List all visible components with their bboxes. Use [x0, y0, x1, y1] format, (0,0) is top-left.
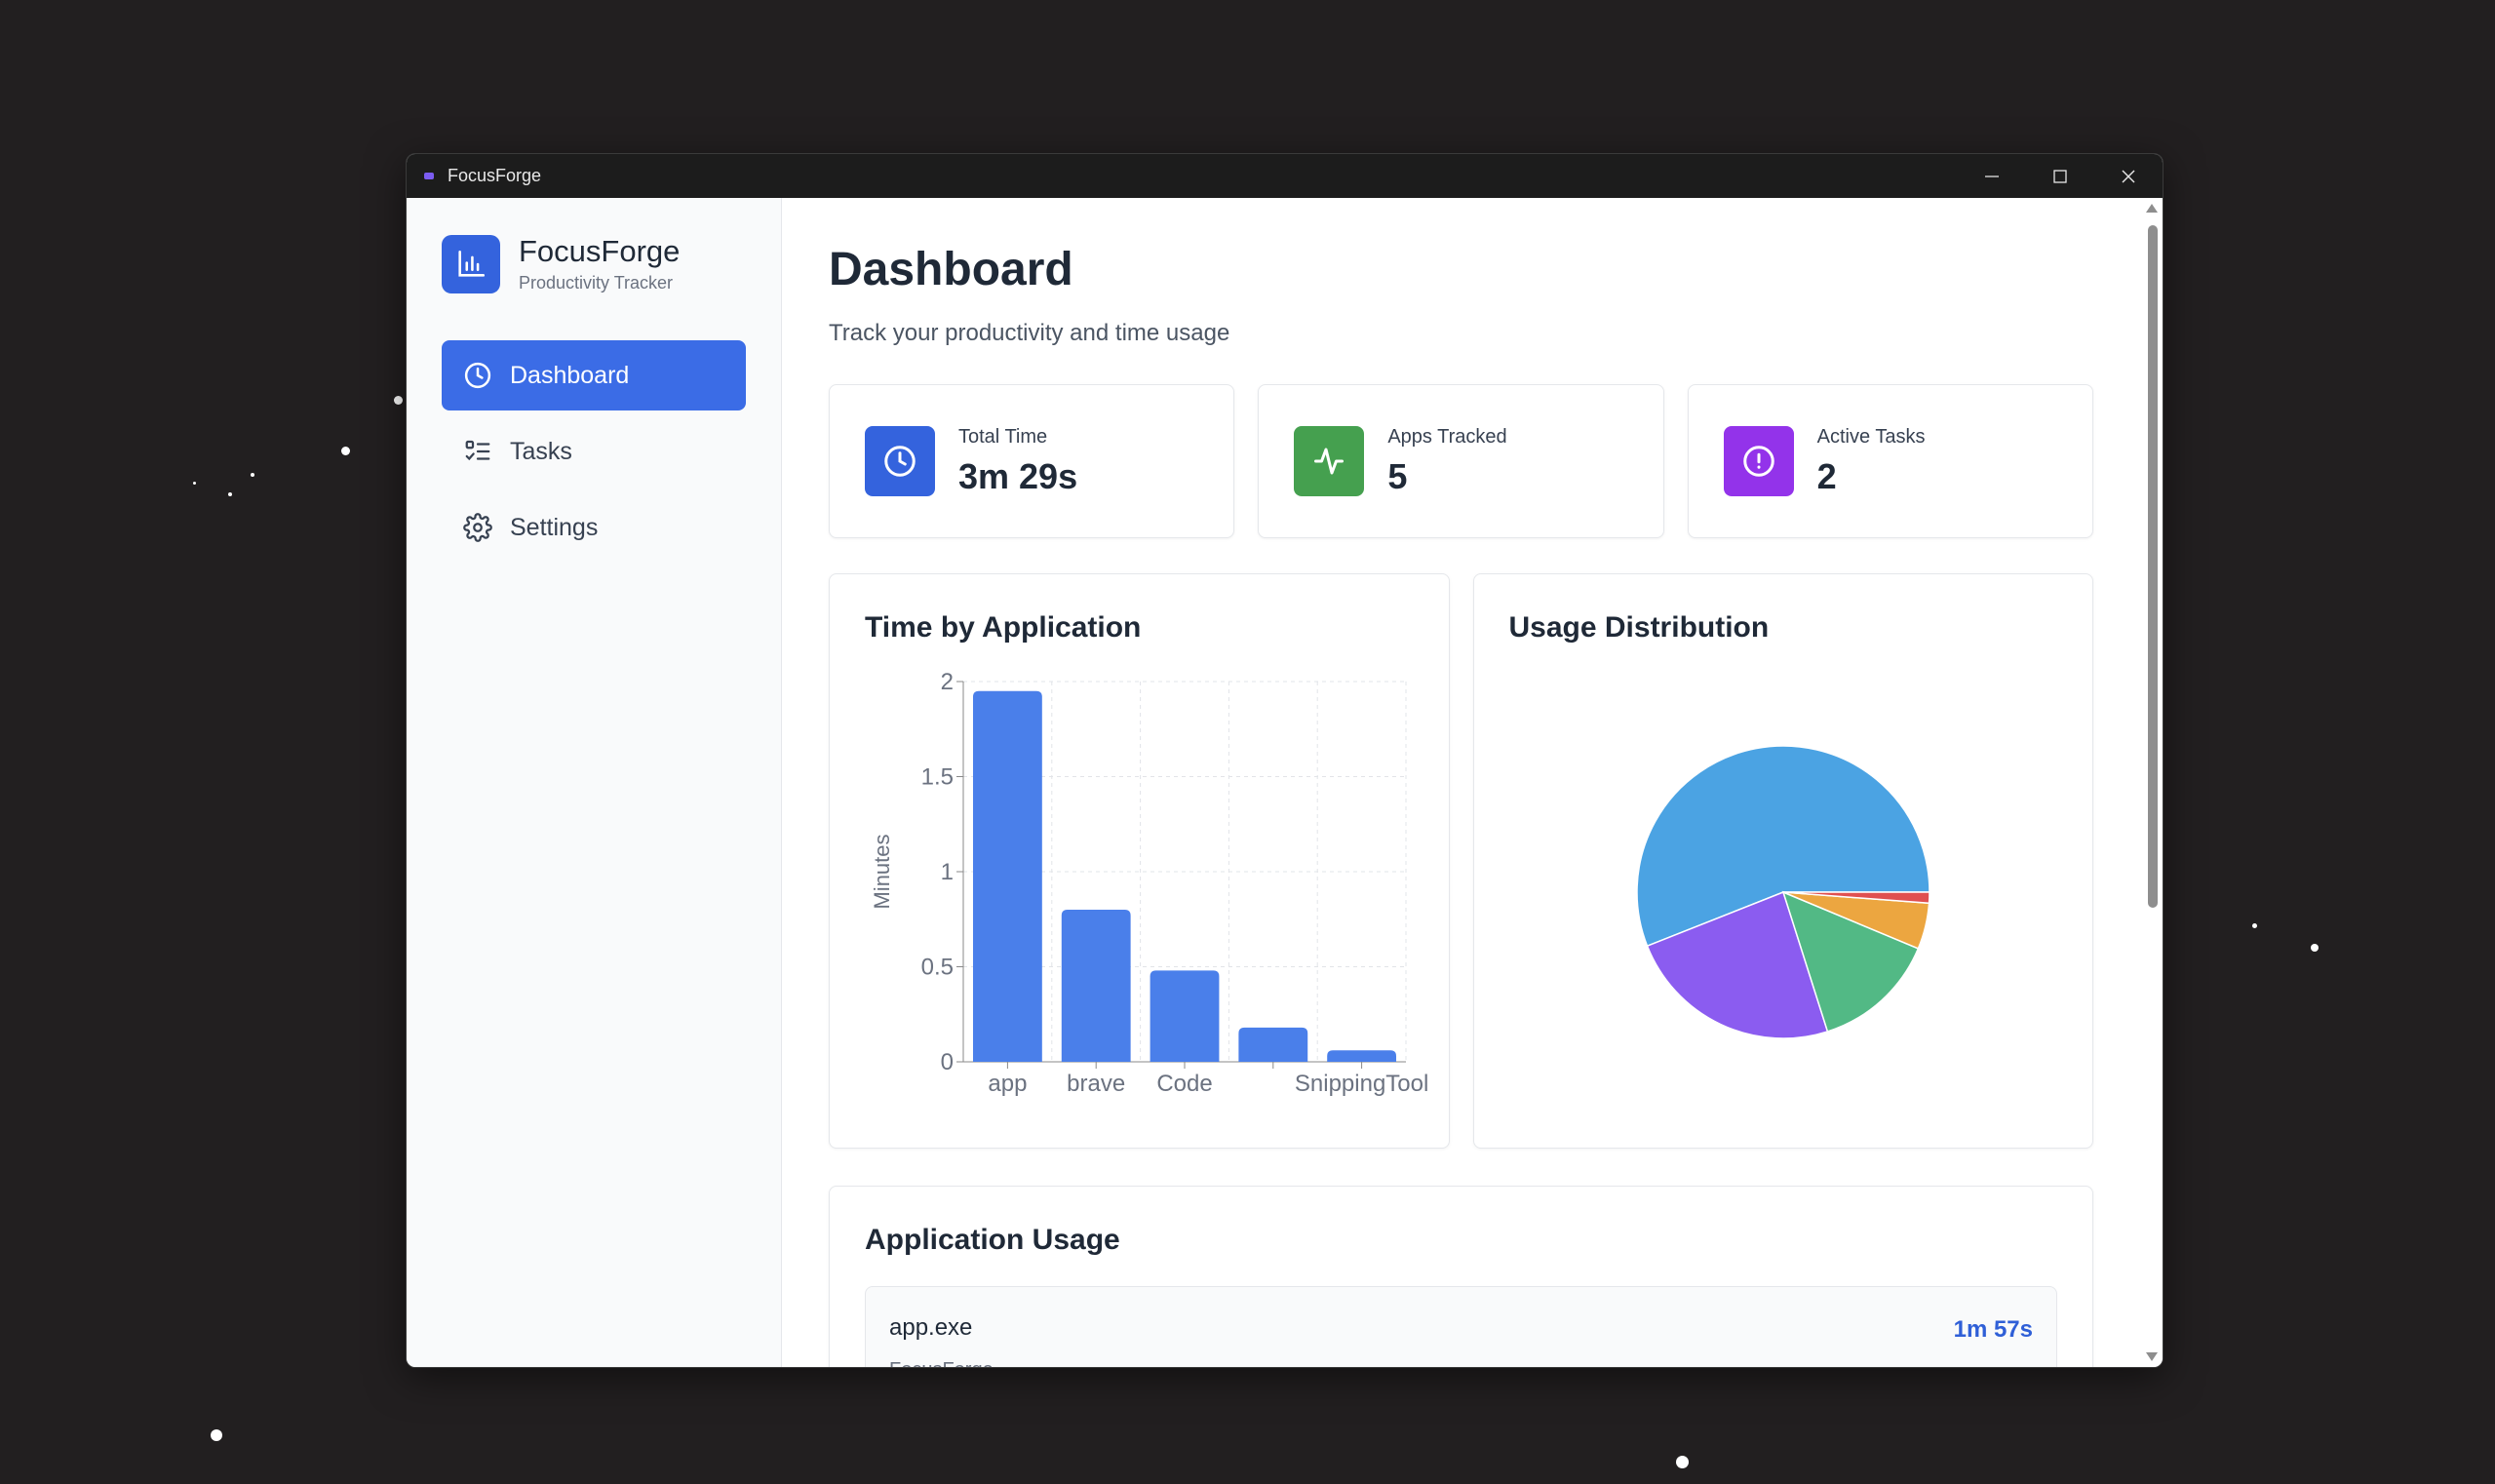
bar [1061, 910, 1131, 1062]
usage-app-window: FocusForge [889, 1359, 2033, 1367]
page-title: Dashboard [829, 244, 1073, 295]
y-tick-label: 0.5 [921, 955, 954, 981]
main-content: Dashboard Track your productivity and ti… [782, 198, 2163, 1367]
background-star [341, 447, 350, 455]
scroll-thumb[interactable] [2148, 225, 2158, 908]
pie-chart-title: Usage Distribution [1508, 611, 1770, 644]
maximize-button[interactable] [2026, 154, 2094, 198]
sidebar-item-tasks[interactable]: Tasks [442, 416, 746, 487]
window-title: FocusForge [448, 166, 542, 185]
activity-icon [1294, 426, 1365, 496]
application-usage-card: Application Usage app.exe 1m 57s FocusFo… [829, 1186, 2093, 1367]
x-tick-label: Code [1156, 1071, 1212, 1097]
vertical-scrollbar[interactable] [2141, 198, 2163, 1367]
bar-chart-title: Time by Application [865, 611, 1142, 644]
stat-card-apps-tracked: Apps Tracked 5 [1258, 384, 1664, 538]
close-icon [2122, 170, 2135, 182]
close-button[interactable] [2094, 154, 2163, 198]
y-tick-label: 0 [941, 1049, 954, 1075]
sidebar-item-label: Dashboard [510, 361, 630, 389]
background-star [2252, 923, 2257, 928]
usage-app-name: app.exe [889, 1314, 973, 1341]
y-tick-label: 1 [941, 859, 954, 885]
alert-circle-icon [1723, 426, 1794, 496]
background-star [228, 492, 232, 496]
stat-label: Total Time [958, 425, 1048, 448]
minimize-button[interactable] [1958, 154, 2026, 198]
scroll-up-arrow-icon[interactable] [2146, 204, 2158, 213]
app-icon [424, 173, 434, 179]
y-tick-label: 1.5 [921, 764, 954, 791]
background-star [251, 473, 254, 477]
gear-icon [463, 513, 492, 542]
stat-card-total-time: Total Time 3m 29s [829, 384, 1235, 538]
usage-app-time: 1m 57s [1953, 1316, 2033, 1343]
brand-subtitle: Productivity Tracker [519, 272, 674, 293]
background-star [193, 482, 196, 485]
x-tick-label: brave [1067, 1071, 1125, 1097]
stat-label: Active Tasks [1816, 425, 1926, 448]
y-tick-label: 2 [941, 669, 954, 695]
stat-card-active-tasks: Active Tasks 2 [1687, 384, 2093, 538]
checklist-icon [463, 437, 492, 466]
bar-chart-card: 0 0.5 1 1.5 2 app brave Code SnippingTool Minutes… [829, 573, 1450, 1149]
y-axis-label: Minutes [870, 834, 894, 909]
page-subtitle: Track your productivity and time usage [829, 320, 1230, 346]
sidebar: FocusForge Productivity Tracker Dashboar… [407, 198, 782, 1367]
stat-value: 3m 29s [958, 455, 1078, 496]
x-tick-label: SnippingTool [1295, 1071, 1428, 1097]
sidebar-item-dashboard[interactable]: Dashboard [442, 340, 746, 410]
sidebar-item-label: Tasks [510, 437, 572, 465]
background-star [1676, 1456, 1689, 1468]
stats-row: Total Time 3m 29s Apps Tracked 5 Active … [829, 384, 2093, 538]
charts-row: 0 0.5 1 1.5 2 app brave Code SnippingTool Minutes… [829, 573, 2093, 1149]
title-bar[interactable]: FocusForge [407, 154, 2163, 198]
pie-chart-card: Usage Distribution [1472, 573, 2093, 1149]
maximize-icon [2053, 169, 2067, 183]
bar-chart-logo-icon [442, 235, 500, 293]
background-star [211, 1429, 222, 1441]
app-body: FocusForge Productivity Tracker Dashboar… [407, 198, 2163, 1367]
list-item[interactable]: app.exe 1m 57s FocusForge [865, 1286, 2057, 1367]
window-controls [1958, 154, 2163, 198]
clock-icon [865, 426, 935, 496]
application-usage-title: Application Usage [865, 1224, 1120, 1256]
bar [1327, 1050, 1397, 1062]
app-window: FocusForge FocusForge Productivity Track… [406, 153, 2164, 1368]
scroll-down-arrow-icon[interactable] [2146, 1352, 2158, 1361]
background-star [394, 396, 403, 405]
stat-label: Apps Tracked [1387, 425, 1507, 448]
stat-value: 5 [1387, 455, 1408, 496]
sidebar-item-label: Settings [510, 513, 599, 541]
background-star [2311, 944, 2319, 952]
bar [972, 690, 1042, 1062]
sidebar-item-settings[interactable]: Settings [442, 492, 746, 563]
bar [1238, 1027, 1308, 1062]
clock-icon [463, 361, 492, 390]
bar [1150, 970, 1220, 1062]
stat-value: 2 [1816, 455, 1837, 496]
pie-chart [1635, 745, 1930, 1039]
minimize-icon [1985, 175, 1999, 177]
x-tick-label: app [988, 1071, 1027, 1097]
bar-chart: 0 0.5 1 1.5 2 app brave Code SnippingTool Minutes [870, 669, 1428, 1097]
brand-name: FocusForge [519, 234, 681, 269]
brand: FocusForge Productivity Tracker [442, 235, 746, 293]
